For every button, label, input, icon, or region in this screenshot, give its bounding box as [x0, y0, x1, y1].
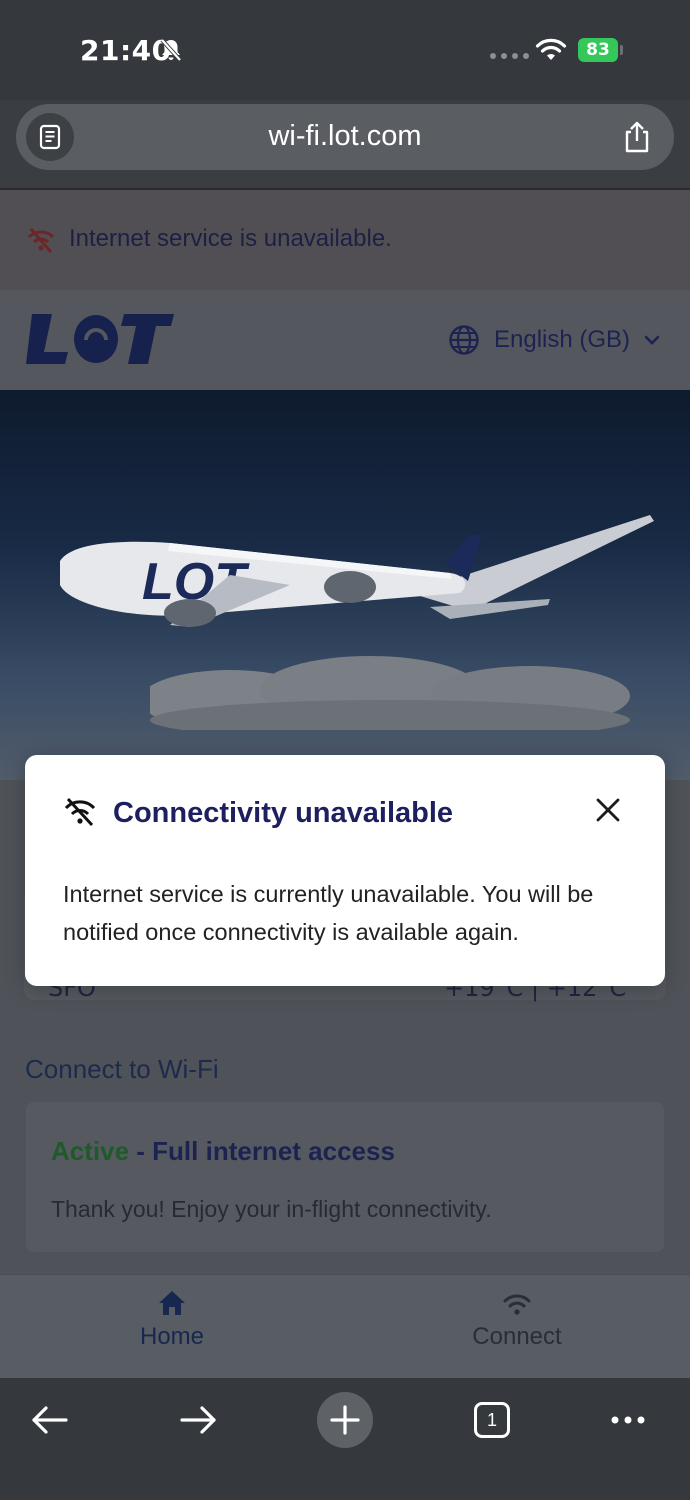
modal-title: Connectivity unavailable [113, 797, 454, 829]
modal-body: Internet service is currently unavailabl… [63, 881, 594, 945]
plus-icon [330, 1405, 360, 1435]
connectivity-banner: Internet service is unavailable. [0, 190, 690, 290]
connect-heading: Connect to Wi-Fi [25, 1054, 219, 1084]
bell-slash-icon [160, 38, 182, 62]
banner-text: Internet service is unavailable. [69, 225, 392, 252]
signal-dots-icon [490, 53, 529, 59]
forward-button[interactable] [170, 1392, 226, 1448]
close-icon[interactable] [595, 797, 621, 823]
tabs-button[interactable]: 1 [464, 1392, 520, 1448]
nav-home-label: Home [139, 1323, 205, 1350]
home-icon [159, 1291, 185, 1315]
arrow-left-icon [32, 1406, 68, 1434]
status-bar: 21:40 83 [0, 0, 690, 100]
more-button[interactable] [600, 1392, 656, 1448]
battery-percent: 83 [578, 38, 618, 62]
airplane-image: LOT [60, 515, 654, 627]
language-selector[interactable]: English (GB) [448, 324, 660, 356]
lot-logo[interactable] [24, 310, 174, 368]
battery-charging-icon: 83 [578, 38, 624, 62]
more-dots-icon [611, 1416, 645, 1424]
wifi-message: Thank you! Enjoy your in-flight connecti… [51, 1196, 492, 1222]
nav-connect-label: Connect [472, 1323, 562, 1350]
connectivity-modal: Connectivity unavailable Internet servic… [25, 755, 665, 986]
clouds-image [150, 656, 630, 730]
globe-icon [449, 325, 479, 355]
status-separator: - [129, 1136, 153, 1166]
wifi-icon [503, 1294, 531, 1315]
arrow-right-icon [180, 1406, 216, 1434]
tab-count: 1 [474, 1402, 510, 1438]
new-tab-button[interactable] [317, 1392, 373, 1448]
nav-home[interactable]: Home [72, 1289, 272, 1351]
wifi-status: Active - Full internet access [51, 1136, 395, 1167]
nav-connect[interactable]: Connect [417, 1289, 617, 1351]
status-access: Full internet access [152, 1136, 395, 1166]
wifi-off-icon [64, 797, 96, 827]
site-header: English (GB) [0, 290, 690, 390]
back-button[interactable] [22, 1392, 78, 1448]
share-icon[interactable] [622, 120, 652, 154]
url-text[interactable]: wi-fi.lot.com [16, 120, 674, 153]
bottom-nav: Home Connect [0, 1274, 690, 1378]
status-active: Active [51, 1136, 130, 1166]
chevron-down-icon [644, 335, 660, 345]
hero-image: LOT [0, 390, 690, 780]
address-bar[interactable]: wi-fi.lot.com [16, 104, 674, 170]
wifi-status-card: Active - Full internet access Thank you!… [26, 1102, 664, 1252]
language-label: English (GB) [494, 326, 631, 353]
browser-toolbar: 1 [0, 1378, 690, 1500]
wifi-off-icon [27, 228, 55, 253]
wifi-icon [535, 38, 567, 60]
